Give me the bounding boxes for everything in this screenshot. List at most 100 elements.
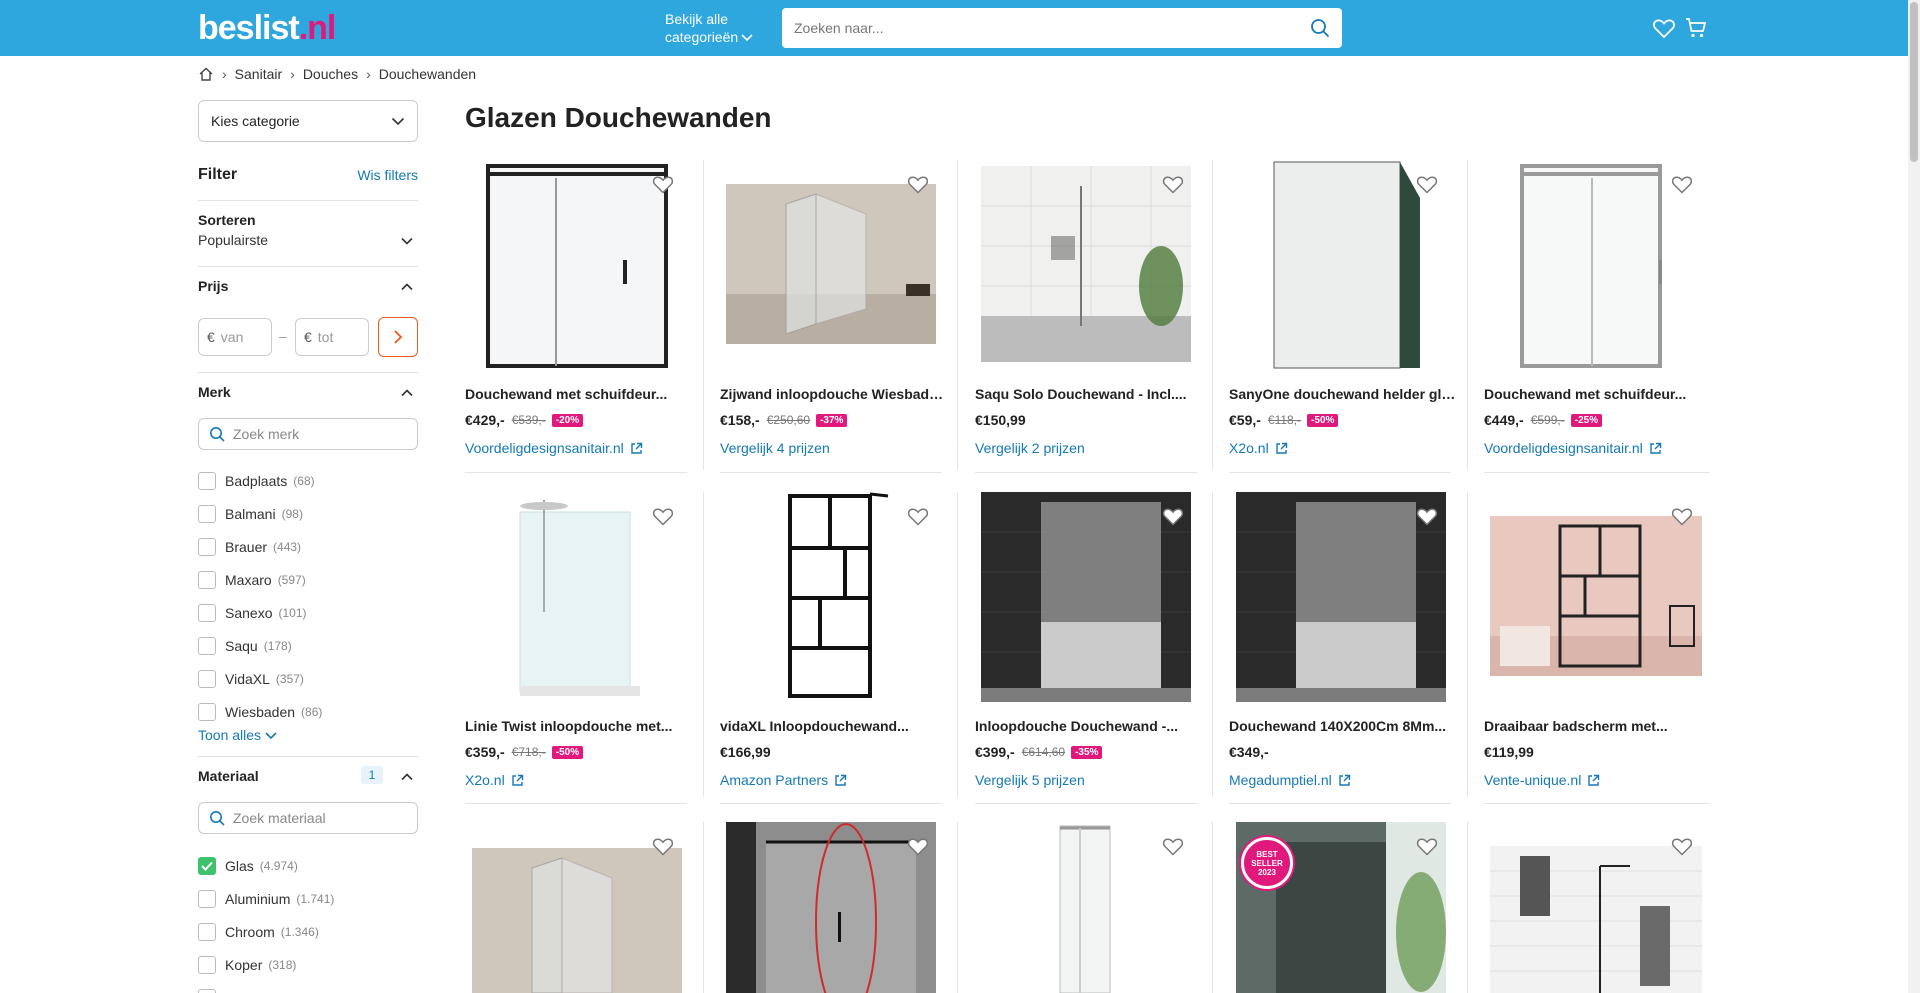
product-name[interactable]: Zijwand inloopdouche Wiesbaden... bbox=[720, 386, 950, 402]
product-image[interactable] bbox=[1050, 822, 1120, 993]
favorite-heart-icon[interactable] bbox=[906, 172, 930, 196]
brand-option[interactable]: Badplaats (68) bbox=[198, 470, 315, 492]
shop-link[interactable]: Vergelijk 2 prijzen bbox=[975, 440, 1085, 456]
brand-option[interactable]: Wiesbaden (86) bbox=[198, 701, 322, 723]
all-categories-button[interactable]: Bekijk alle categorieën bbox=[665, 10, 753, 46]
shop-link[interactable]: Vergelijk 4 prijzen bbox=[720, 440, 830, 456]
category-select[interactable]: Kies categorie bbox=[198, 100, 418, 142]
favorite-heart-icon[interactable] bbox=[1161, 504, 1185, 528]
product-name[interactable]: SanyOne douchewand helder glas... bbox=[1229, 386, 1459, 402]
price-from-input[interactable]: € van bbox=[198, 318, 272, 356]
shop-link[interactable]: Vergelijk 5 prijzen bbox=[975, 772, 1085, 788]
brand-option[interactable]: VidaXL (357) bbox=[198, 668, 304, 690]
checkbox[interactable] bbox=[198, 703, 216, 721]
brand-search-input[interactable]: Zoek merk bbox=[198, 418, 418, 450]
checkbox[interactable] bbox=[198, 670, 216, 688]
product-image[interactable] bbox=[1520, 160, 1664, 372]
material-option[interactable]: Chroom (1.346) bbox=[198, 921, 319, 943]
product-name[interactable]: Douchewand met schuifdeur... bbox=[465, 386, 695, 402]
product-image[interactable] bbox=[726, 822, 936, 993]
product-image[interactable] bbox=[472, 848, 682, 993]
brand-option[interactable]: Balmani (98) bbox=[198, 503, 303, 525]
checkbox[interactable] bbox=[198, 472, 216, 490]
checkbox[interactable] bbox=[198, 857, 216, 875]
checkbox[interactable] bbox=[198, 890, 216, 908]
favorite-heart-icon[interactable] bbox=[906, 504, 930, 528]
price-apply-button[interactable] bbox=[378, 317, 418, 357]
brand-option[interactable]: Maxaro (597) bbox=[198, 569, 306, 591]
cart-icon[interactable] bbox=[1684, 16, 1708, 40]
product-image[interactable] bbox=[1490, 516, 1702, 676]
chevron-up-icon[interactable] bbox=[400, 386, 414, 400]
product-name[interactable]: Saqu Solo Douchewand - Incl.... bbox=[975, 386, 1205, 402]
page-scrollbar[interactable] bbox=[1908, 0, 1920, 993]
scrollbar-thumb[interactable] bbox=[1910, 2, 1918, 162]
heart-icon[interactable] bbox=[1652, 16, 1676, 40]
breadcrumb-sanitair[interactable]: Sanitair bbox=[235, 66, 282, 82]
favorite-heart-icon[interactable] bbox=[1415, 172, 1439, 196]
checkbox[interactable] bbox=[198, 956, 216, 974]
shop-link[interactable]: Megadumptiel.nl bbox=[1229, 772, 1351, 788]
product-image[interactable] bbox=[510, 492, 646, 702]
material-option[interactable]: Glas (4.974) bbox=[198, 855, 298, 877]
checkbox[interactable] bbox=[198, 505, 216, 523]
favorite-heart-icon[interactable] bbox=[1161, 172, 1185, 196]
favorite-heart-icon[interactable] bbox=[651, 834, 675, 858]
brand-option[interactable]: Brauer (443) bbox=[198, 536, 301, 558]
product-image[interactable] bbox=[486, 160, 670, 372]
brand-option[interactable]: Sanexo (101) bbox=[198, 602, 307, 624]
home-icon[interactable] bbox=[198, 66, 214, 82]
breadcrumb-douches[interactable]: Douches bbox=[303, 66, 358, 82]
search-input[interactable] bbox=[794, 8, 1294, 48]
chevron-up-icon[interactable] bbox=[400, 280, 414, 294]
favorite-heart-icon[interactable] bbox=[1670, 504, 1694, 528]
product-name[interactable]: Douchewand 140X200Cm 8Mm... bbox=[1229, 718, 1459, 734]
shop-link[interactable]: Amazon Partners bbox=[720, 772, 847, 788]
favorite-heart-icon[interactable] bbox=[1161, 834, 1185, 858]
favorite-heart-icon[interactable] bbox=[651, 504, 675, 528]
shop-link[interactable]: Voordeligdesignsanitair.nl bbox=[465, 440, 643, 456]
material-option[interactable]: Koper (318) bbox=[198, 954, 296, 976]
shop-link[interactable]: X2o.nl bbox=[465, 772, 524, 788]
checkbox[interactable] bbox=[198, 637, 216, 655]
brand-option[interactable]: Saqu (178) bbox=[198, 635, 292, 657]
chevron-up-icon[interactable] bbox=[400, 770, 414, 784]
favorite-heart-icon[interactable] bbox=[906, 834, 930, 858]
sort-select[interactable]: Populairste bbox=[198, 232, 268, 248]
favorite-heart-icon[interactable] bbox=[1670, 172, 1694, 196]
product-image[interactable] bbox=[780, 488, 890, 702]
material-option[interactable]: Aluminium (1.741) bbox=[198, 888, 334, 910]
product-name[interactable]: Inloopdouche Douchewand -... bbox=[975, 718, 1205, 734]
checkbox[interactable] bbox=[198, 571, 216, 589]
checkbox[interactable] bbox=[198, 538, 216, 556]
shop-link[interactable]: X2o.nl bbox=[1229, 440, 1288, 456]
product-image[interactable] bbox=[1490, 846, 1702, 993]
product-image[interactable] bbox=[981, 492, 1191, 702]
product-name[interactable]: Draaibaar badscherm met... bbox=[1484, 718, 1714, 734]
material-option[interactable]: Matglas(313) bbox=[198, 987, 308, 993]
favorite-heart-icon[interactable] bbox=[1415, 504, 1439, 528]
chevron-down-icon[interactable] bbox=[400, 234, 414, 248]
search-icon[interactable] bbox=[1310, 18, 1330, 38]
product-image[interactable] bbox=[726, 184, 936, 344]
checkbox[interactable] bbox=[198, 923, 216, 941]
material-search-input[interactable]: Zoek materiaal bbox=[198, 802, 418, 834]
checkbox[interactable] bbox=[198, 604, 216, 622]
breadcrumb-douchewanden[interactable]: Douchewanden bbox=[379, 66, 476, 82]
checkbox[interactable] bbox=[198, 989, 216, 993]
clear-filters-link[interactable]: Wis filters bbox=[357, 167, 418, 183]
product-name[interactable]: vidaXL Inloopdouchewand... bbox=[720, 718, 950, 734]
favorite-heart-icon[interactable] bbox=[651, 172, 675, 196]
price-row: €166,99 bbox=[720, 744, 771, 760]
logo[interactable]: beslist.nl bbox=[198, 8, 336, 48]
shop-link[interactable]: Vente-unique.nl bbox=[1484, 772, 1600, 788]
product-image[interactable] bbox=[981, 166, 1191, 362]
favorite-heart-icon[interactable] bbox=[1670, 834, 1694, 858]
product-image[interactable] bbox=[1270, 158, 1424, 372]
product-name[interactable]: Douchewand met schuifdeur... bbox=[1484, 386, 1714, 402]
favorite-heart-icon[interactable] bbox=[1415, 834, 1439, 858]
product-name[interactable]: Linie Twist inloopdouche met... bbox=[465, 718, 695, 734]
price-to-input[interactable]: € tot bbox=[295, 318, 369, 356]
show-all-brands-link[interactable]: Toon alles bbox=[198, 727, 277, 743]
shop-link[interactable]: Voordeligdesignsanitair.nl bbox=[1484, 440, 1662, 456]
